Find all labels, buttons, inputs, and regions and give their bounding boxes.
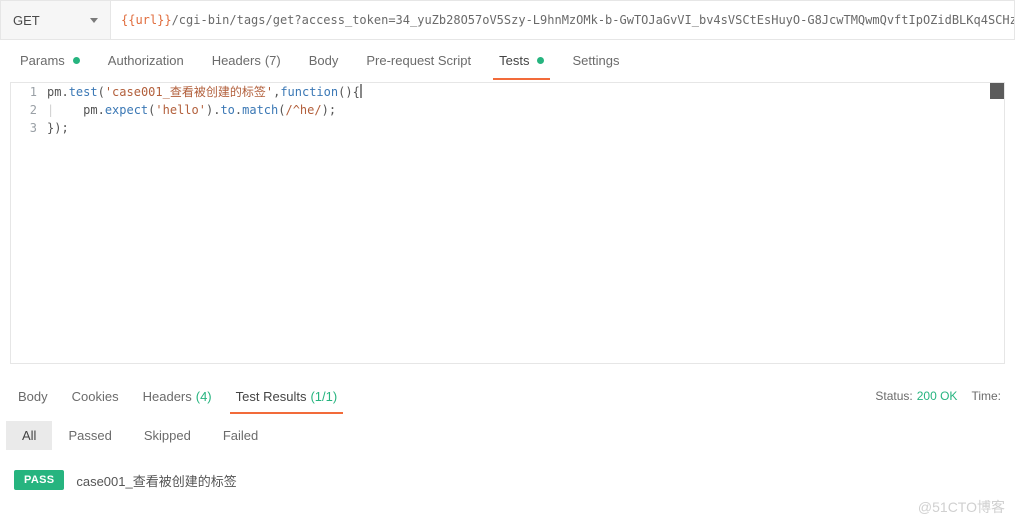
dot-icon — [73, 57, 80, 64]
http-method-select[interactable]: GET — [1, 1, 111, 39]
tab-prerequest[interactable]: Pre-request Script — [352, 40, 485, 80]
filter-passed[interactable]: Passed — [52, 421, 127, 450]
code-content: pm.test('case001_查看被创建的标签',function(){ — [47, 83, 1004, 101]
resp-tab-body[interactable]: Body — [6, 378, 60, 414]
resp-tab-headers-label: Headers — [143, 389, 192, 404]
tab-auth-label: Authorization — [108, 53, 184, 68]
response-status: Status: 200 OK Time: — [875, 389, 1009, 403]
status-label: Status: — [875, 389, 912, 403]
tab-params[interactable]: Params — [6, 40, 94, 80]
url-variable: {{url}} — [121, 13, 172, 27]
tab-headers-label: Headers — [212, 53, 261, 68]
tab-settings[interactable]: Settings — [558, 40, 633, 80]
tab-settings-label: Settings — [572, 53, 619, 68]
text-cursor-icon — [360, 84, 362, 98]
test-result-item: PASS case001_查看被创建的标签 — [0, 452, 1015, 490]
code-line: 1 pm.test('case001_查看被创建的标签',function(){ — [11, 83, 1004, 101]
url-rest: /cgi-bin/tags/get?access_token=34_yuZb28… — [172, 13, 1014, 27]
line-number: 2 — [11, 101, 47, 119]
tab-body-label: Body — [309, 53, 339, 68]
tab-body[interactable]: Body — [295, 40, 353, 80]
status-value: 200 OK — [917, 389, 958, 403]
line-number: 3 — [11, 119, 47, 137]
resp-tab-cookies[interactable]: Cookies — [60, 378, 131, 414]
tests-code-editor[interactable]: 1 pm.test('case001_查看被创建的标签',function(){… — [10, 82, 1005, 364]
resp-tab-results[interactable]: Test Results (1/1) — [224, 378, 350, 414]
resp-tab-results-label: Test Results — [236, 389, 307, 404]
tab-tests-label: Tests — [499, 53, 529, 68]
resp-tab-headers[interactable]: Headers (4) — [131, 378, 224, 414]
tab-tests[interactable]: Tests — [485, 40, 558, 80]
test-result-name: case001_查看被创建的标签 — [76, 471, 236, 490]
tab-headers[interactable]: Headers (7) — [198, 40, 295, 80]
resp-tab-body-label: Body — [18, 389, 48, 404]
http-method-label: GET — [13, 13, 40, 28]
pass-badge: PASS — [14, 470, 64, 490]
tab-params-label: Params — [20, 53, 65, 68]
dot-icon — [537, 57, 544, 64]
code-line: 3 }); — [11, 119, 1004, 137]
test-result-filters: All Passed Skipped Failed — [0, 418, 1015, 452]
filter-failed[interactable]: Failed — [207, 421, 274, 450]
resp-tab-cookies-label: Cookies — [72, 389, 119, 404]
response-tabs: Body Cookies Headers (4) Test Results (1… — [0, 378, 1015, 414]
code-content: | pm.expect('hello').to.match(/^he/); — [47, 101, 1004, 119]
code-content: }); — [47, 119, 1004, 137]
editor-minimap — [990, 83, 1004, 99]
line-number: 1 — [11, 83, 47, 101]
code-line: 2 | pm.expect('hello').to.match(/^he/); — [11, 101, 1004, 119]
resp-tab-results-count: (1/1) — [310, 389, 337, 404]
filter-skipped[interactable]: Skipped — [128, 421, 207, 450]
chevron-down-icon — [90, 18, 98, 23]
tab-authorization[interactable]: Authorization — [94, 40, 198, 80]
tab-prereq-label: Pre-request Script — [366, 53, 471, 68]
resp-tab-headers-count: (4) — [196, 389, 212, 404]
filter-all[interactable]: All — [6, 421, 52, 450]
tab-headers-count: (7) — [265, 53, 281, 68]
request-tabs: Params Authorization Headers (7) Body Pr… — [0, 40, 1015, 80]
url-input[interactable]: {{url}}/cgi-bin/tags/get?access_token=34… — [111, 1, 1014, 39]
time-label: Time: — [971, 389, 1001, 403]
watermark: @51CTO博客 — [918, 497, 1005, 517]
